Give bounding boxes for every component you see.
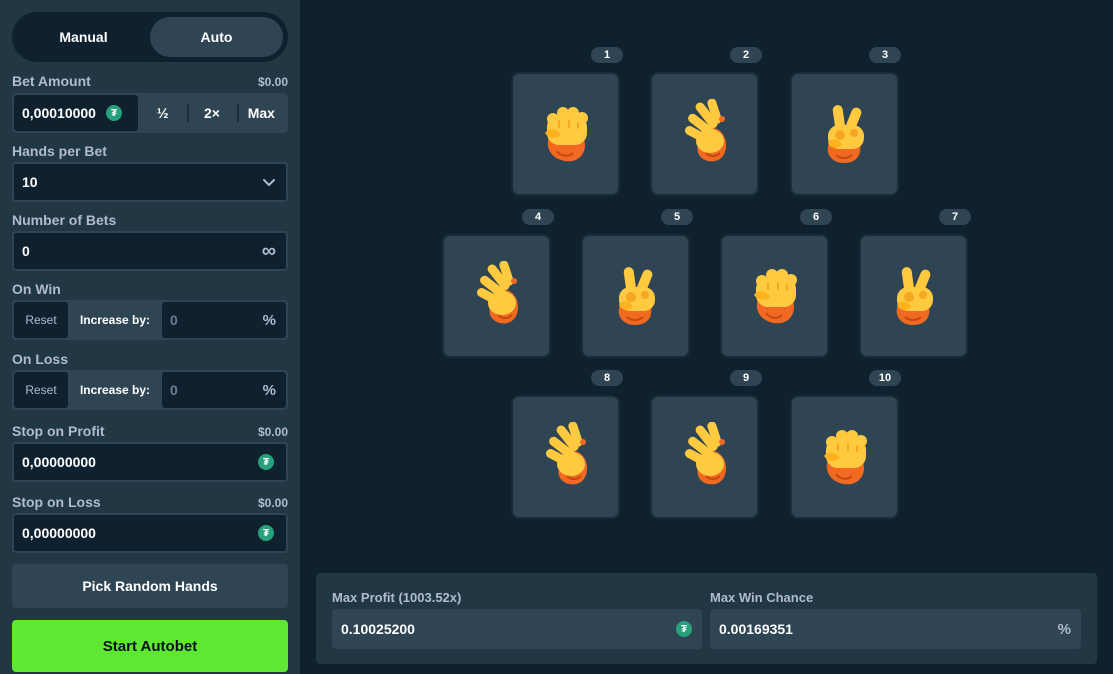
bet-amount-usd: $0.00 (257, 75, 288, 89)
paper-icon (674, 422, 736, 492)
tether-icon: ₮ (258, 525, 274, 541)
tether-icon: ₮ (676, 621, 692, 637)
scissors-icon (814, 99, 876, 169)
rock-icon (535, 99, 597, 169)
rock-icon (744, 261, 806, 331)
bet-amount-row: 0,00010000 ₮ ½ 2× Max (12, 93, 288, 133)
card-number-9: 9 (730, 370, 762, 386)
stats-panel: Max Profit (1003.52x) 0.10025200 ₮ Max W… (316, 573, 1097, 664)
hands-per-bet-value: 10 (22, 174, 38, 190)
stop-on-profit-value: 0,00000000 (22, 454, 96, 470)
hands-per-bet-label: Hands per Bet (12, 143, 107, 159)
chevron-down-icon (263, 179, 275, 187)
on-win-label: On Win (12, 281, 61, 297)
paper-icon (674, 99, 736, 169)
percent-icon: % (262, 381, 276, 399)
bet-amount-value: 0,00010000 (22, 105, 96, 121)
infinity-icon: ∞ (261, 239, 276, 262)
paper-icon (535, 422, 597, 492)
card-number-5: 5 (661, 209, 693, 225)
percent-icon: % (1057, 620, 1071, 638)
double-button[interactable]: 2× (187, 95, 236, 131)
stop-on-loss-label: Stop on Loss (12, 494, 101, 510)
stop-on-loss-value: 0,00000000 (22, 525, 96, 541)
stop-on-profit-input[interactable]: 0,00000000 ₮ (12, 442, 288, 482)
number-of-bets-value: 0 (22, 243, 30, 259)
scissors-icon (883, 261, 945, 331)
hand-card-6[interactable] (720, 234, 829, 358)
hand-card-4[interactable] (442, 234, 551, 358)
hand-card-3[interactable] (790, 72, 899, 196)
card-number-7: 7 (939, 209, 971, 225)
max-profit-label: Max Profit (1003.52x) (332, 590, 462, 605)
scissors-icon (605, 261, 667, 331)
on-loss-reset-button[interactable]: Reset (14, 372, 68, 408)
stop-on-profit-label: Stop on Profit (12, 423, 105, 439)
hand-card-8[interactable] (511, 395, 620, 519)
on-loss-label: On Loss (12, 351, 69, 367)
card-number-8: 8 (591, 370, 623, 386)
stop-on-loss-input[interactable]: 0,00000000 ₮ (12, 513, 288, 553)
mode-toggle: Manual Auto (12, 12, 288, 62)
max-button[interactable]: Max (236, 95, 286, 131)
hand-card-1[interactable] (511, 72, 620, 196)
max-profit-field: 0.10025200 ₮ (332, 609, 702, 649)
stop-on-loss-usd: $0.00 (257, 496, 288, 510)
card-number-6: 6 (800, 209, 832, 225)
on-loss-increase-input[interactable]: 0 % (162, 372, 286, 408)
max-win-chance-label: Max Win Chance (710, 590, 814, 605)
max-profit-value: 0.10025200 (341, 621, 415, 637)
on-win-value: 0 (170, 312, 178, 328)
rock-icon (814, 422, 876, 492)
tether-icon: ₮ (258, 454, 274, 470)
half-button[interactable]: ½ (138, 95, 187, 131)
percent-icon: % (262, 311, 276, 329)
on-win-increase-input[interactable]: 0 % (162, 302, 286, 338)
hand-card-5[interactable] (581, 234, 690, 358)
number-of-bets-label: Number of Bets (12, 212, 117, 228)
start-autobet-button[interactable]: Start Autobet (12, 620, 288, 672)
max-win-chance-field: 0.00169351 % (710, 609, 1081, 649)
hand-card-9[interactable] (650, 395, 759, 519)
sidebar: Manual Auto Bet Amount $0.00 0,00010000 … (0, 0, 300, 674)
hand-card-2[interactable] (650, 72, 759, 196)
bet-amount-label: Bet Amount (12, 73, 91, 89)
max-win-chance-value: 0.00169351 (719, 621, 793, 637)
tab-manual[interactable]: Manual (17, 17, 150, 57)
hands-per-bet-select[interactable]: 10 (12, 162, 288, 202)
stop-on-profit-usd: $0.00 (257, 425, 288, 439)
bet-amount-input[interactable]: 0,00010000 ₮ (14, 95, 138, 131)
on-win-reset-button[interactable]: Reset (14, 302, 68, 338)
on-loss-row: Reset Increase by: 0 % (12, 370, 288, 410)
on-loss-value: 0 (170, 382, 178, 398)
paper-icon (466, 261, 528, 331)
pick-random-hands-button[interactable]: Pick Random Hands (12, 564, 288, 608)
card-number-3: 3 (869, 47, 901, 63)
hand-card-10[interactable] (790, 395, 899, 519)
card-number-4: 4 (522, 209, 554, 225)
card-number-2: 2 (730, 47, 762, 63)
on-win-row: Reset Increase by: 0 % (12, 300, 288, 340)
hand-card-7[interactable] (859, 234, 968, 358)
on-win-increase-button[interactable]: Increase by: (68, 313, 162, 327)
card-number-10: 10 (869, 370, 901, 386)
number-of-bets-input[interactable]: 0 ∞ (12, 231, 288, 271)
tab-auto[interactable]: Auto (150, 17, 283, 57)
tether-icon: ₮ (106, 105, 122, 121)
on-loss-increase-button[interactable]: Increase by: (68, 383, 162, 397)
card-number-1: 1 (591, 47, 623, 63)
